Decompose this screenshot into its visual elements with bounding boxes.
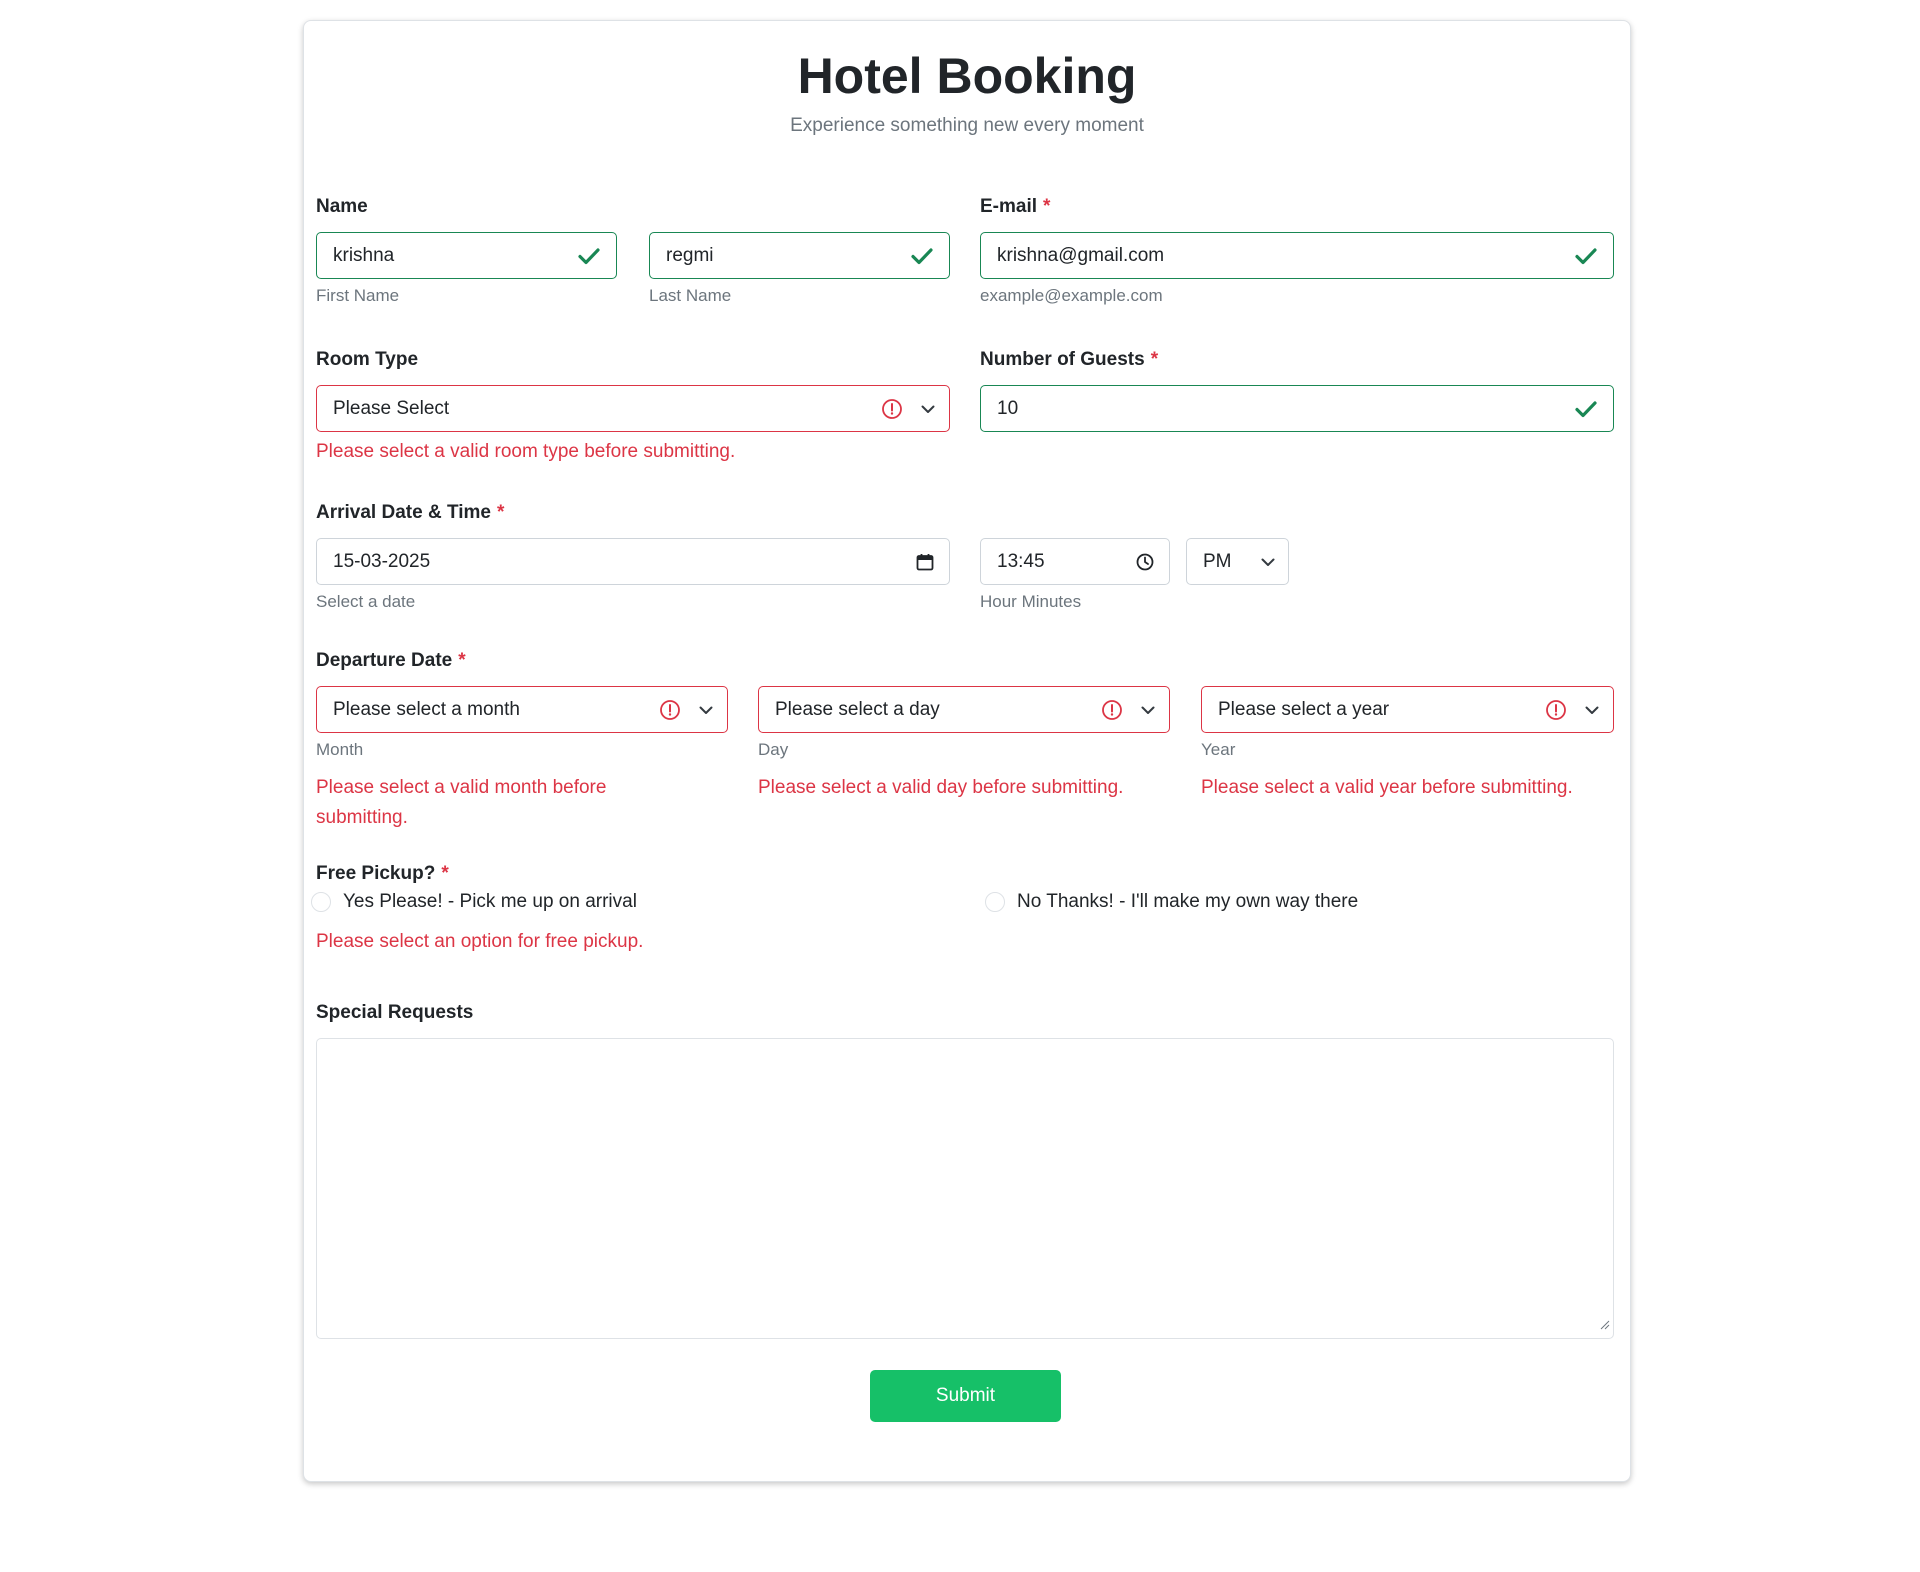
departure-label-text: Departure Date bbox=[316, 650, 453, 671]
arrival-time-input[interactable]: 13:45 bbox=[980, 538, 1170, 585]
departure-month-select[interactable]: Please select a month bbox=[316, 686, 728, 733]
departure-month-help: Month bbox=[316, 740, 364, 759]
page-title: Hotel Booking bbox=[797, 48, 1137, 104]
radio-button[interactable] bbox=[985, 892, 1005, 912]
required-mark: * bbox=[1150, 349, 1159, 370]
arrival-date-help: Select a date bbox=[316, 592, 416, 611]
departure-day-selected: Please select a day bbox=[775, 698, 940, 720]
departure-year-selected: Please select a year bbox=[1218, 698, 1390, 720]
check-icon bbox=[895, 244, 949, 268]
required-mark: * bbox=[458, 650, 466, 671]
last-name-help: Last Name bbox=[649, 286, 732, 305]
email-label: E-mail * bbox=[980, 195, 1050, 219]
required-mark: * bbox=[496, 502, 505, 523]
first-name-value: krishna bbox=[333, 244, 395, 266]
departure-month-error: Please select a valid month before submi… bbox=[316, 777, 607, 828]
exclamation-circle-icon bbox=[1541, 699, 1571, 721]
arrival-date-input[interactable]: 15-03-2025 bbox=[316, 538, 950, 585]
arrival-label-text: Arrival Date & Time bbox=[316, 502, 491, 523]
arrival-label: Arrival Date & Time * bbox=[316, 501, 504, 525]
arrival-time-value: 13:45 bbox=[997, 550, 1045, 572]
required-mark: * bbox=[441, 863, 449, 884]
chevron-down-icon bbox=[1248, 554, 1288, 570]
email-input[interactable]: krishna@gmail.com bbox=[980, 232, 1614, 279]
arrival-time-help: Hour Minutes bbox=[980, 592, 1082, 611]
first-name-input[interactable]: krishna bbox=[316, 232, 617, 279]
pickup-option-no[interactable]: No Thanks! - I'll make my own way there bbox=[985, 891, 1358, 913]
radio-button[interactable] bbox=[311, 892, 331, 912]
check-icon bbox=[1559, 244, 1613, 268]
departure-year-error: Please select a valid year before submit… bbox=[1201, 777, 1573, 798]
room-type-error: Please select a valid room type before s… bbox=[316, 441, 736, 462]
email-help: example@example.com bbox=[980, 286, 1163, 305]
page-subtitle: Experience something new every moment bbox=[790, 115, 1144, 136]
chevron-down-icon bbox=[1127, 702, 1169, 718]
departure-month-selected: Please select a month bbox=[333, 698, 520, 720]
pickup-error: Please select an option for free pickup. bbox=[316, 931, 644, 952]
pickup-option-yes[interactable]: Yes Please! - Pick me up on arrival bbox=[311, 891, 637, 913]
last-name-input[interactable]: regmi bbox=[649, 232, 950, 279]
check-icon bbox=[562, 244, 616, 268]
room-type-selected: Please Select bbox=[333, 397, 450, 419]
departure-day-help: Day bbox=[758, 740, 789, 759]
chevron-down-icon bbox=[685, 702, 727, 718]
submit-button[interactable]: Submit bbox=[870, 1370, 1061, 1422]
room-type-label-text: Room Type bbox=[316, 349, 419, 370]
special-requests-label: Special Requests bbox=[316, 1001, 473, 1025]
guests-value: 10 bbox=[997, 397, 1019, 419]
check-icon bbox=[1559, 397, 1613, 421]
departure-year-select[interactable]: Please select a year bbox=[1201, 686, 1614, 733]
email-label-text: E-mail bbox=[980, 196, 1038, 217]
exclamation-circle-icon bbox=[1097, 699, 1127, 721]
guests-label-text: Number of Guests bbox=[980, 349, 1145, 370]
pickup-option-yes-label: Yes Please! - Pick me up on arrival bbox=[343, 891, 637, 912]
exclamation-circle-icon bbox=[655, 699, 685, 721]
name-label: Name bbox=[316, 195, 368, 219]
exclamation-circle-icon bbox=[877, 398, 907, 420]
room-type-select[interactable]: Please Select bbox=[316, 385, 950, 432]
resize-handle-icon[interactable] bbox=[1600, 1317, 1610, 1335]
last-name-value: regmi bbox=[666, 244, 714, 266]
pickup-label: Free Pickup? * bbox=[316, 862, 449, 886]
arrival-date-value: 15-03-2025 bbox=[333, 550, 431, 572]
special-requests-textarea[interactable] bbox=[316, 1038, 1614, 1339]
departure-year-help: Year bbox=[1201, 740, 1236, 759]
email-value: krishna@gmail.com bbox=[997, 244, 1165, 266]
clock-icon[interactable] bbox=[1121, 552, 1169, 572]
guests-label: Number of Guests * bbox=[980, 348, 1158, 372]
pickup-label-text: Free Pickup? bbox=[316, 863, 436, 884]
chevron-down-icon bbox=[1571, 702, 1613, 718]
room-type-label: Room Type bbox=[316, 348, 418, 372]
first-name-help: First Name bbox=[316, 286, 400, 305]
required-mark: * bbox=[1043, 196, 1051, 217]
chevron-down-icon bbox=[907, 401, 949, 417]
ampm-selected: PM bbox=[1203, 550, 1232, 572]
name-label-text: Name bbox=[316, 196, 368, 217]
calendar-icon[interactable] bbox=[901, 552, 949, 572]
ampm-select[interactable]: PM bbox=[1186, 538, 1289, 585]
guests-input[interactable]: 10 bbox=[980, 385, 1614, 432]
special-requests-label-text: Special Requests bbox=[316, 1002, 474, 1023]
pickup-option-no-label: No Thanks! - I'll make my own way there bbox=[1017, 891, 1359, 912]
departure-day-error: Please select a valid day before submitt… bbox=[758, 777, 1124, 798]
departure-day-select[interactable]: Please select a day bbox=[758, 686, 1170, 733]
departure-label: Departure Date * bbox=[316, 649, 466, 673]
booking-form-card: Hotel Booking Experience something new e… bbox=[303, 20, 1631, 1482]
